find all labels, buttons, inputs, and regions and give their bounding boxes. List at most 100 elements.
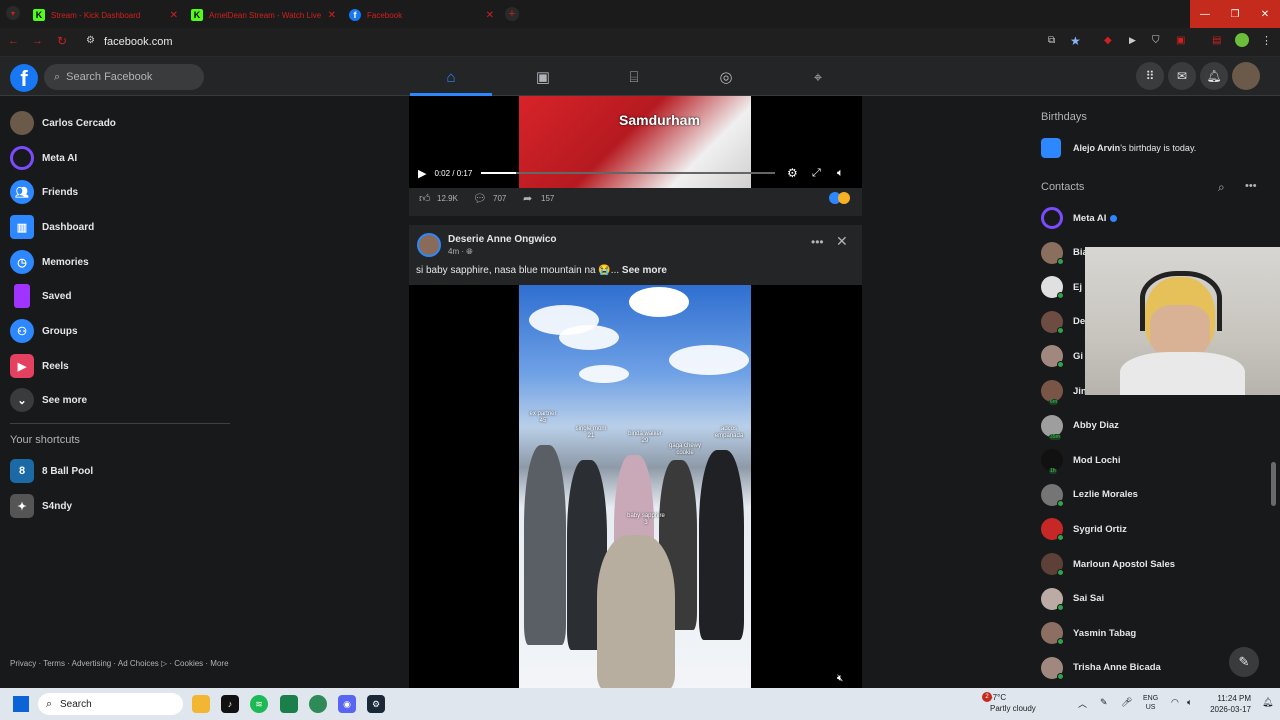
sidebar-item-memories[interactable]: ◷ Memories (10, 245, 89, 279)
reload-icon[interactable]: ↻ (57, 34, 67, 48)
contact-item[interactable]: Lezlie Morales (1041, 480, 1138, 510)
extension-icon[interactable]: ▣ (1176, 35, 1185, 46)
new-message-icon[interactable]: ✎ (1229, 647, 1259, 677)
microphone-icon[interactable]: 🎤︎ (1121, 697, 1132, 708)
gaming-tab-icon[interactable]: ⌖ (777, 61, 859, 93)
sidebar-item-reels[interactable]: ▶ Reels (10, 349, 69, 383)
video-tab-icon[interactable]: ▣ (502, 61, 584, 93)
play-icon[interactable]: ▶ (418, 167, 426, 180)
maximize-icon[interactable]: ❐ (1220, 0, 1250, 28)
contact-item[interactable]: Ej (1041, 272, 1082, 302)
play-extension-icon[interactable]: ▶ (1129, 35, 1136, 46)
contact-item[interactable]: 35m Abby Diaz (1041, 411, 1119, 441)
steam-icon[interactable]: ⚙ (367, 695, 385, 713)
settings-icon[interactable]: ⚙ (787, 166, 798, 180)
contact-item[interactable]: Marloun Apostol Sales (1041, 549, 1175, 579)
contact-item[interactable]: Yasmin Tabag (1041, 618, 1136, 648)
like-icon[interactable]: 👍︎ (419, 192, 431, 205)
browser-menu-icon[interactable]: ⋮ (1261, 34, 1272, 47)
sidebar-item-profile[interactable]: Carlos Cercado (10, 106, 116, 140)
minimize-icon[interactable]: — (1190, 0, 1220, 28)
new-tab-icon[interactable]: + (505, 7, 519, 21)
close-tab-icon[interactable]: ✕ (486, 10, 494, 21)
discord-icon[interactable]: ◉ (338, 695, 356, 713)
contact-item[interactable]: Gi (1041, 341, 1083, 371)
bookmark-star-icon[interactable]: ★ (1070, 34, 1081, 48)
browser-tab-active[interactable]: f Facebook ✕ (349, 4, 494, 26)
comment-icon[interactable]: 💬︎ (473, 192, 487, 205)
extension-icon[interactable]: ◆ (1104, 35, 1112, 46)
share-icon[interactable]: ➦ (523, 192, 532, 205)
language-indicator[interactable]: ENG US (1143, 694, 1158, 712)
sidebar-item-meta-ai[interactable]: Meta AI (10, 141, 77, 175)
wifi-icon[interactable]: ◠ (1171, 697, 1179, 708)
contact-item[interactable]: Sygrid Ortiz (1041, 514, 1127, 544)
account-avatar[interactable] (1232, 62, 1260, 90)
shortcut-item[interactable]: 8 8 Ball Pool (10, 454, 93, 488)
birthday-item[interactable]: Alejo Arvin's birthday is today. (1041, 137, 1196, 159)
more-options-icon[interactable]: ••• (811, 235, 824, 249)
file-explorer-icon[interactable] (192, 695, 210, 713)
volume-icon[interactable]: 🔈︎ (837, 167, 844, 180)
marketplace-tab-icon[interactable]: ⌸ (593, 61, 675, 93)
browser-tab[interactable]: K ArnelDean Stream - Watch Live ✕ (191, 4, 336, 26)
extension-icon[interactable]: ▤ (1212, 35, 1221, 46)
shield-icon[interactable]: ⛉ (1152, 35, 1160, 46)
mute-icon[interactable]: 🔇︎ (837, 673, 843, 684)
reaction-icons[interactable] (829, 192, 850, 204)
windows-start-icon[interactable] (13, 696, 29, 712)
app-icon[interactable] (280, 695, 298, 713)
search-contacts-icon[interactable]: ⌕ (1218, 180, 1225, 195)
contact-item[interactable]: Trisha Anne Bicada (1041, 653, 1161, 683)
chrome-icon[interactable] (309, 695, 327, 713)
video-player[interactable]: ex partner 45 single mom 21 binda walker… (409, 285, 862, 690)
sidebar-see-more[interactable]: ⌄ See more (10, 383, 87, 417)
install-icon[interactable]: ⧉ (1048, 35, 1055, 46)
sidebar-item-dashboard[interactable]: ▥ Dashboard (10, 210, 94, 244)
weather-widget[interactable]: 2 -7°C Partly cloudy (982, 692, 1036, 714)
footer-links[interactable]: Privacy · Terms · Advertising · Ad Choic… (10, 658, 230, 670)
sidebar-item-friends[interactable]: 👥︎ Friends (10, 175, 78, 209)
scrollbar[interactable] (1271, 462, 1276, 506)
site-info-icon[interactable]: ⚙ (86, 35, 95, 46)
author-avatar[interactable] (417, 233, 441, 257)
post-author[interactable]: Deserie Anne Ongwico (448, 234, 557, 245)
clock[interactable]: 11:24 PM 2026-03-17 (1207, 693, 1251, 715)
pen-icon[interactable]: ✎ (1100, 697, 1108, 708)
sidebar-item-groups[interactable]: ⚇ Groups (10, 314, 78, 348)
groups-tab-icon[interactable]: ◎ (685, 61, 767, 93)
video-player[interactable]: Samdurham ▶ 0:02 / 0:17 ⚙ ⤢ 🔈︎ (409, 96, 862, 188)
contact-item[interactable]: Meta AI (1041, 203, 1118, 233)
facebook-logo-icon[interactable]: f (10, 64, 38, 92)
spotify-icon[interactable]: ≋ (250, 695, 268, 713)
tiktok-icon[interactable]: ♪ (221, 695, 239, 713)
forward-icon[interactable]: → (32, 35, 43, 47)
contact-item[interactable]: 6m Jin (1041, 376, 1087, 406)
back-icon[interactable]: ← (8, 35, 19, 47)
search-input[interactable]: ⌕ Search Facebook (44, 64, 204, 90)
taskbar-search[interactable]: ⌕ Search (38, 693, 183, 715)
close-icon[interactable]: ✕ (836, 233, 848, 250)
chevron-up-icon[interactable]: ︿ (1078, 697, 1087, 710)
url-field[interactable]: facebook.com (104, 36, 172, 48)
home-tab-icon[interactable]: ⌂ (410, 61, 492, 96)
messenger-icon[interactable]: ✉ (1168, 62, 1196, 90)
browser-menu-icon[interactable]: ▾ (6, 6, 20, 20)
contact-item[interactable]: 1h Mod Lochi (1041, 445, 1121, 475)
shortcut-item[interactable]: ✦ S4ndy (10, 489, 72, 523)
notifications-icon[interactable]: 🔔︎ (1200, 62, 1228, 90)
notification-bell-icon[interactable]: 🔔︎ (1262, 697, 1273, 708)
more-options-icon[interactable]: ••• (1245, 180, 1257, 192)
contact-item[interactable]: Bia (1041, 238, 1088, 268)
close-tab-icon[interactable]: ✕ (328, 10, 336, 21)
fullscreen-icon[interactable]: ⤢ (812, 167, 821, 180)
menu-grid-icon[interactable]: ⠿ (1136, 62, 1164, 90)
profile-avatar[interactable] (1235, 33, 1249, 47)
close-tab-icon[interactable]: ✕ (170, 10, 178, 21)
contact-item[interactable]: De (1041, 307, 1085, 337)
contact-item[interactable]: Sai Sai (1041, 584, 1104, 614)
close-window-icon[interactable]: ✕ (1250, 0, 1280, 28)
browser-tab[interactable]: K Stream - Kick Dashboard ✕ (33, 4, 178, 26)
volume-icon[interactable]: 🔈︎ (1187, 697, 1192, 708)
sidebar-item-saved[interactable]: Saved (10, 279, 71, 313)
